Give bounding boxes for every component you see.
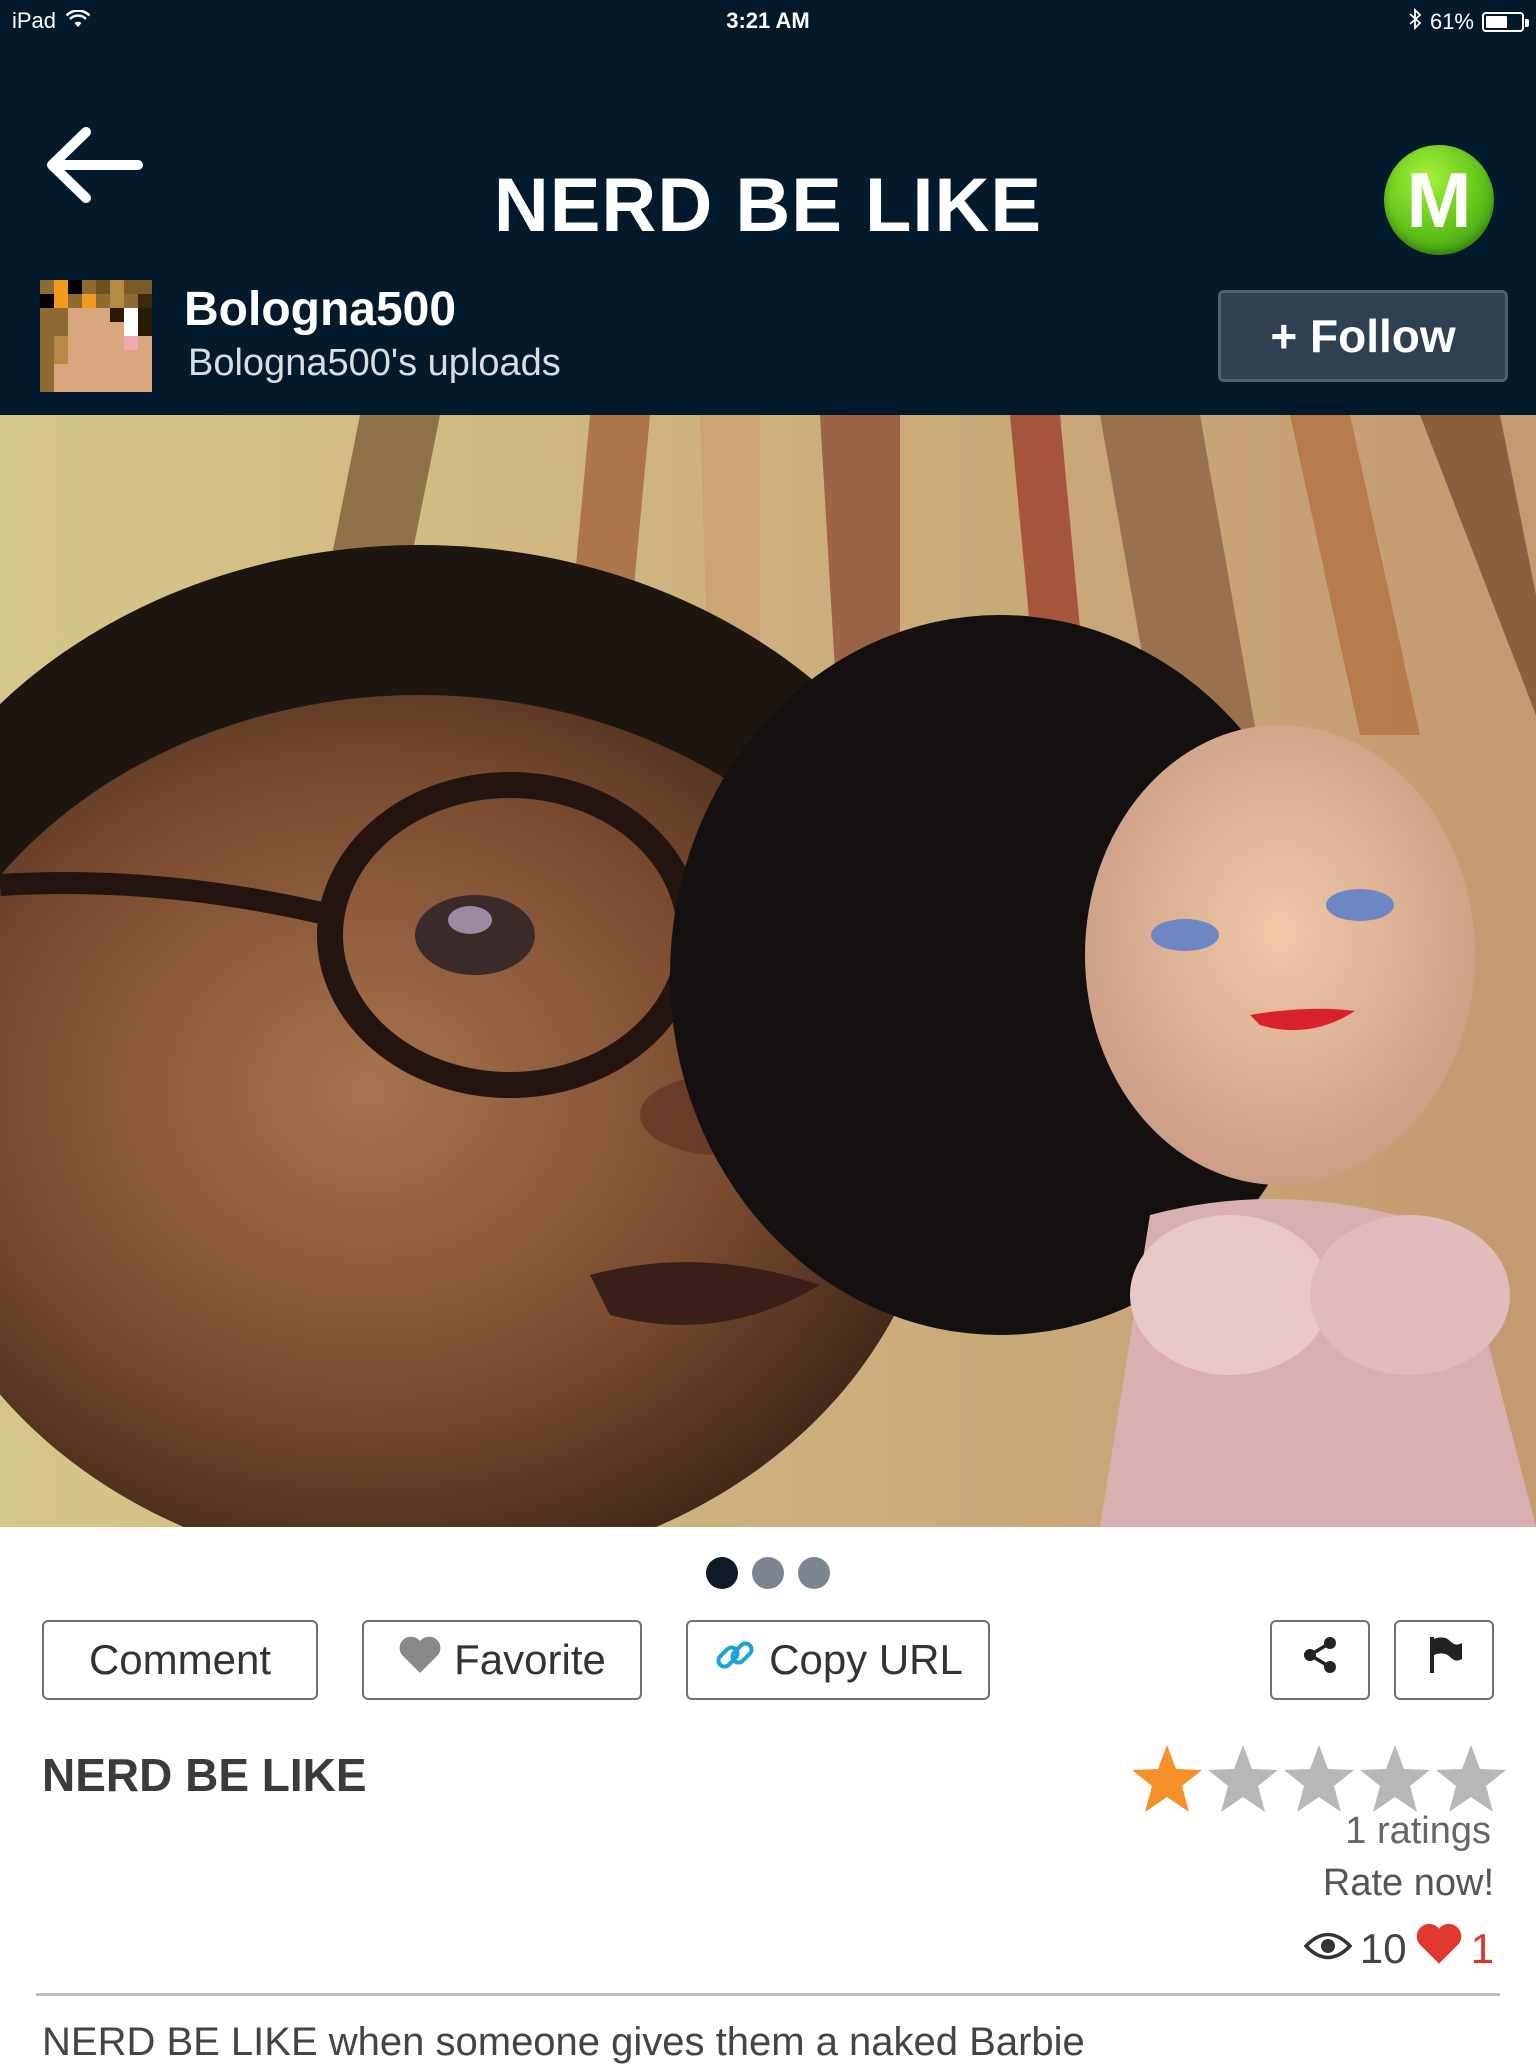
battery-icon [1482, 12, 1529, 32]
status-right: 61% [1408, 7, 1529, 36]
flag-icon [1422, 1633, 1466, 1687]
like-count: 1 [1470, 1925, 1494, 1972]
post-stats: 10 1 [1303, 1922, 1494, 1976]
battery-level [1486, 16, 1507, 28]
star-empty-icon[interactable] [1206, 1742, 1280, 1816]
copy-url-label: Copy URL [769, 1636, 963, 1683]
post-title: NERD BE LIKE [42, 1749, 367, 1801]
copy-url-button[interactable]: Copy URL [686, 1620, 990, 1700]
flag-button[interactable] [1394, 1620, 1494, 1700]
star-empty-icon[interactable] [1434, 1742, 1508, 1816]
share-button[interactable] [1270, 1620, 1370, 1700]
app-header: iPad 3:21 AM 61% NERD BE LIKE M Bologna5… [0, 0, 1536, 415]
user-bar: Bologna500 Bologna500's uploads + Follow [0, 270, 1536, 415]
bluetooth-icon [1408, 7, 1422, 36]
pager-dot[interactable] [752, 1557, 784, 1589]
post-image[interactable] [0, 415, 1536, 1527]
heart-icon [398, 1635, 442, 1685]
view-count: 10 [1359, 1925, 1407, 1972]
favorite-label: Favorite [454, 1636, 606, 1683]
divider [36, 1993, 1500, 1996]
status-bar: iPad 3:21 AM 61% [0, 0, 1536, 40]
uploads-link[interactable]: Bologna500's uploads [188, 342, 561, 385]
star-empty-icon[interactable] [1358, 1742, 1432, 1816]
favorite-button[interactable]: Favorite [362, 1620, 642, 1700]
image-pager [0, 1557, 1536, 1589]
username[interactable]: Bologna500 [184, 282, 456, 337]
comment-label: Comment [88, 1636, 272, 1683]
star-empty-icon[interactable] [1282, 1742, 1356, 1816]
post-description: NERD BE LIKE when someone gives them a n… [42, 2020, 1085, 2064]
rate-now-link[interactable]: Rate now! [1323, 1862, 1494, 1905]
link-icon [713, 1633, 757, 1687]
comment-button[interactable]: Comment [42, 1620, 318, 1700]
pager-dot[interactable] [706, 1557, 738, 1589]
page-title: NERD BE LIKE [493, 163, 1043, 248]
nav-bar: NERD BE LIKE M [0, 40, 1536, 260]
star-rating[interactable] [1130, 1742, 1508, 1816]
app-logo[interactable]: M [1384, 145, 1494, 255]
heart-icon [1415, 1922, 1463, 1976]
battery-tip [1525, 19, 1529, 27]
share-icon [1298, 1633, 1342, 1687]
photo-illustration [0, 415, 1536, 1527]
eye-icon [1303, 1925, 1353, 1973]
battery-percent: 61% [1429, 9, 1474, 34]
follow-button[interactable]: + Follow [1218, 290, 1508, 382]
star-filled-icon[interactable] [1130, 1742, 1204, 1816]
status-time: 3:21 AM [726, 8, 810, 33]
ratings-count: 1 ratings [1345, 1810, 1491, 1852]
pager-dot[interactable] [798, 1557, 830, 1589]
avatar[interactable] [40, 280, 152, 392]
